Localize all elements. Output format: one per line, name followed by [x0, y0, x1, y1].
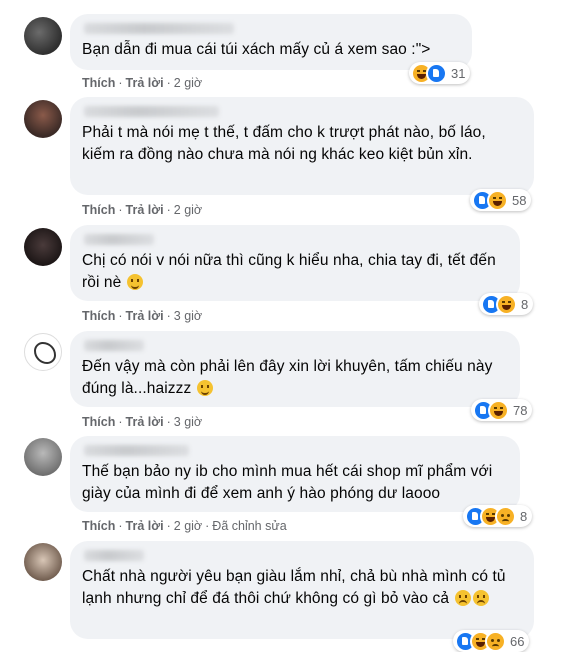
comment-actions: Thích · Trả lời · 2 giờ — [82, 76, 203, 90]
comment-text: Phải t mà nói mẹ t thế, t đấm cho k trượ… — [82, 124, 486, 163]
avatar[interactable] — [24, 438, 62, 476]
comment-bubble: Thế bạn bảo ny ib cho mình mua hết cái s… — [70, 436, 520, 512]
comment-text: Thế bạn bảo ny ib cho mình mua hết cái s… — [82, 463, 493, 502]
author-name-blurred[interactable] — [84, 340, 144, 351]
relieved-emoji-icon — [196, 380, 213, 396]
comment-text: Chất nhà người yêu bạn giàu lắm nhỉ, chả… — [82, 566, 522, 610]
smile-emoji-icon — [126, 274, 143, 290]
comment-text-content: Chất nhà người yêu bạn giàu lắm nhỉ, chả… — [82, 568, 506, 607]
avatar[interactable] — [24, 17, 62, 55]
haha-reaction-icon — [496, 293, 517, 315]
comment-actions: Thích · Trả lời · 3 giờ — [82, 415, 203, 429]
reaction-summary[interactable]: 58 — [470, 189, 532, 211]
reaction-summary[interactable]: 31 — [409, 62, 471, 84]
avatar[interactable] — [24, 543, 62, 581]
avatar[interactable] — [24, 100, 62, 138]
reaction-count: 66 — [510, 633, 525, 649]
reply-button[interactable]: Trả lời — [126, 203, 164, 217]
like-button[interactable]: Thích — [82, 519, 115, 533]
comment-time[interactable]: 3 giờ — [174, 415, 202, 429]
author-name-blurred[interactable] — [84, 23, 234, 34]
comment-time[interactable]: 3 giờ — [174, 309, 202, 323]
comment-text: Đến vậy mà còn phải lên đây xin lời khuy… — [82, 356, 508, 400]
comment-bubble: Đến vậy mà còn phải lên đây xin lời khuy… — [70, 331, 520, 407]
comment-actions: Thích · Trả lời · 2 giờ — [82, 203, 203, 217]
reaction-summary[interactable]: 8 — [463, 505, 533, 527]
sad-reaction-icon — [485, 630, 506, 652]
comment-actions: Thích · Trả lời · 3 giờ — [82, 309, 203, 323]
reaction-count: 78 — [513, 402, 528, 418]
reaction-count: 8 — [520, 508, 528, 524]
sad-reaction-icon — [495, 505, 516, 527]
reply-button[interactable]: Trả lời — [126, 415, 164, 429]
reply-button[interactable]: Trả lời — [126, 519, 164, 533]
comment-bubble: Chị có nói v nói nữa thì cũng k hiểu nha… — [70, 225, 520, 301]
comment-time[interactable]: 2 giờ — [174, 76, 202, 90]
haha-reaction-icon — [487, 189, 508, 211]
comment-bubble: Chất nhà người yêu bạn giàu lắm nhỉ, chả… — [70, 541, 534, 639]
author-name-blurred[interactable] — [84, 445, 189, 456]
reaction-count: 8 — [521, 296, 529, 312]
crying-emoji-icon — [454, 590, 471, 606]
reaction-summary[interactable]: 8 — [479, 293, 534, 315]
reaction-count: 31 — [451, 65, 466, 81]
like-button[interactable]: Thích — [82, 203, 115, 217]
crying-emoji-icon — [472, 590, 489, 606]
author-name-blurred[interactable] — [84, 550, 144, 561]
comment-actions: Thích · Trả lời · 2 giờ · Đã chỉnh sửa — [82, 519, 287, 533]
comment-bubble: Phải t mà nói mẹ t thế, t đấm cho k trượ… — [70, 97, 534, 195]
reaction-summary[interactable]: 78 — [471, 399, 533, 421]
author-name-blurred[interactable] — [84, 106, 219, 117]
avatar[interactable] — [24, 228, 62, 266]
author-name-blurred[interactable] — [84, 234, 154, 245]
avatar[interactable] — [24, 333, 62, 371]
comment-text: Bạn dẫn đi mua cái túi xách mấy củ á xem… — [82, 41, 431, 58]
reply-button[interactable]: Trả lời — [126, 309, 164, 323]
comment-text: Chị có nói v nói nữa thì cũng k hiểu nha… — [82, 250, 508, 294]
comment-time[interactable]: 2 giờ — [174, 203, 202, 217]
reaction-count: 58 — [512, 192, 527, 208]
reply-button[interactable]: Trả lời — [126, 76, 164, 90]
like-button[interactable]: Thích — [82, 309, 115, 323]
edited-label: Đã chỉnh sửa — [212, 519, 287, 533]
comment-bubble: Bạn dẫn đi mua cái túi xách mấy củ á xem… — [70, 14, 472, 70]
comment-text-content: Đến vậy mà còn phải lên đây xin lời khuy… — [82, 358, 493, 397]
like-reaction-icon — [426, 62, 447, 84]
haha-reaction-icon — [488, 399, 509, 421]
reaction-summary[interactable]: 66 — [453, 630, 530, 652]
comment-text-content: Chị có nói v nói nữa thì cũng k hiểu nha… — [82, 252, 496, 291]
comment-time[interactable]: 2 giờ — [174, 519, 202, 533]
like-button[interactable]: Thích — [82, 76, 115, 90]
like-button[interactable]: Thích — [82, 415, 115, 429]
